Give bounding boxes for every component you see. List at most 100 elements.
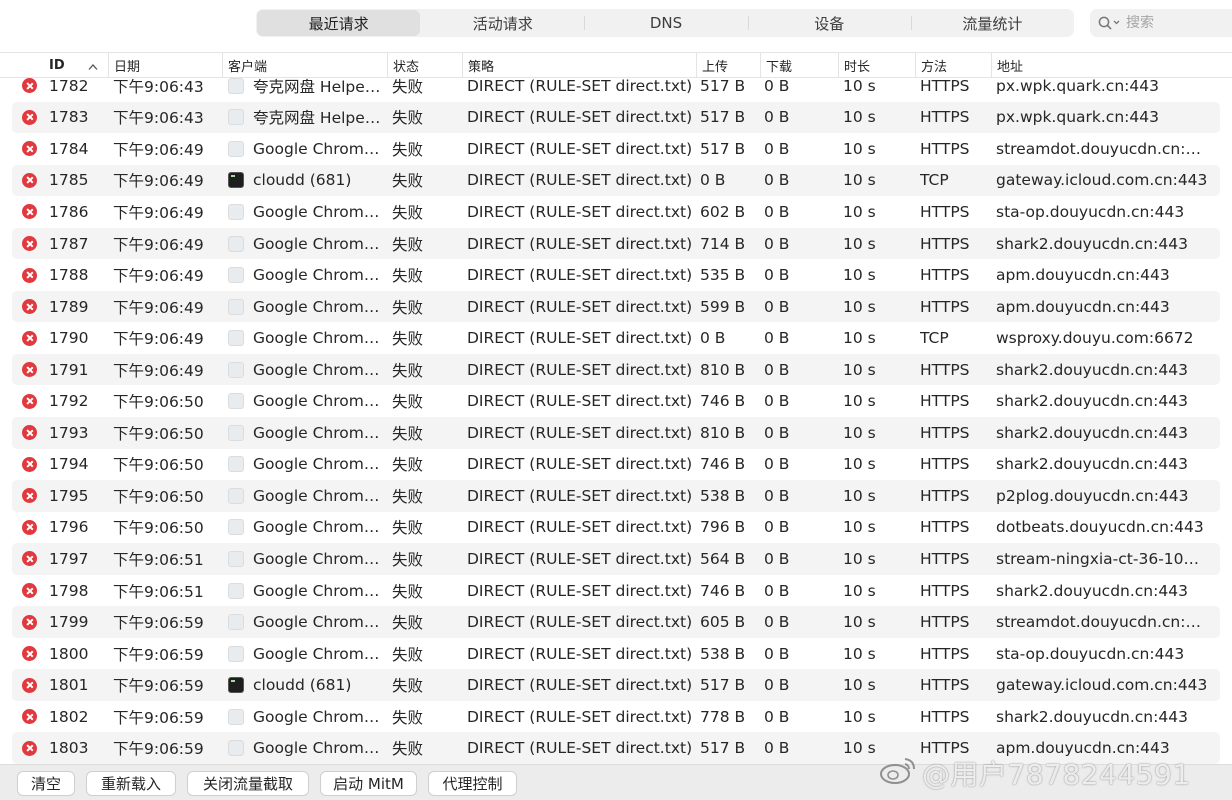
proxy-control-button[interactable]: 代理控制: [428, 771, 517, 796]
cell-policy: DIRECT (RULE-SET direct.txt): [467, 613, 693, 632]
status-error-icon: [22, 512, 40, 544]
cell-address: apm.douyucdn.cn:443: [996, 297, 1170, 316]
table-row[interactable]: 1785 下午9:06:49 cloudd (681) 失败 DIRECT (RULE-…: [12, 164, 1220, 197]
table-row[interactable]: 1797 下午9:06:51 Google Chrome Helper失败 DIREC…: [12, 543, 1220, 575]
cell-id: 1803: [49, 739, 89, 758]
cell-download: 0 B: [764, 739, 790, 758]
cell-upload: 810 B: [700, 360, 746, 379]
start-mitm-button[interactable]: 启动 MitM: [320, 771, 417, 796]
request-table[interactable]: 1782下午9:06:43夸克网盘 Helper (Renderer) (4…失…: [0, 78, 1232, 764]
generic-app-icon: [228, 140, 244, 157]
request-rows: 1782下午9:06:43夸克网盘 Helper (Renderer) (4…失…: [12, 78, 1220, 764]
cell-client: Google Chrome Helper: [228, 606, 388, 638]
cell-status: 失败: [392, 330, 424, 349]
cell-policy: DIRECT (RULE-SET direct.txt): [467, 108, 693, 127]
search-icon: [1098, 16, 1122, 30]
generic-app-icon: [228, 298, 244, 315]
column-header-policy[interactable]: 策略: [462, 53, 696, 77]
column-header-duration[interactable]: 时长: [838, 53, 915, 77]
cell-status: 失败: [392, 487, 424, 506]
cell-address: streamdot.douyucdn.cn:443: [996, 139, 1208, 158]
cell-method: HTTPS: [920, 108, 970, 127]
table-row[interactable]: 1794 下午9:06:50 Google Chrome Helper失败 DIREC…: [12, 449, 1220, 481]
column-header-upload[interactable]: 上传: [696, 53, 760, 77]
table-row[interactable]: 1782 下午9:06:43 夸克网盘 Helper (Renderer) (4…失…: [12, 78, 1220, 102]
column-header-date[interactable]: 日期: [108, 53, 222, 77]
table-row[interactable]: 1793 下午9:06:50 Google Chrome Helper失败 DIREC…: [12, 417, 1220, 449]
cell-date: 下午9:06:59: [113, 708, 204, 727]
column-header-address[interactable]: 地址: [991, 53, 1220, 77]
search-box[interactable]: [1090, 9, 1232, 37]
column-header-method[interactable]: 方法: [915, 53, 991, 77]
table-row[interactable]: 1789 下午9:06:49 Google Chrome Helper失败 DIREC…: [12, 290, 1220, 323]
table-row[interactable]: 1787 下午9:06:49 Google Chrome Helper失败 DIREC…: [12, 227, 1220, 260]
cell-status: 失败: [392, 456, 424, 475]
table-row[interactable]: 1788 下午9:06:49 Google Chrome Helper失败 DIREC…: [12, 259, 1220, 291]
cell-client: Google Chrome Helper: [228, 196, 388, 228]
status-error-icon: [22, 259, 40, 291]
tab-traffic-stats[interactable]: 流量统计: [910, 9, 1074, 37]
tab-active-requests[interactable]: 活动请求: [421, 9, 584, 37]
table-row[interactable]: 1795 下午9:06:50 Google Chrome Helper失败 DIREC…: [12, 480, 1220, 512]
tab-dns[interactable]: DNS: [584, 9, 747, 37]
table-row[interactable]: 1783 下午9:06:43 夸克网盘 Helper (Renderer) (4…失…: [12, 101, 1220, 134]
status-error-icon: [22, 322, 40, 354]
status-error-icon: [22, 638, 40, 670]
column-header-client[interactable]: 客户端: [222, 53, 387, 77]
search-input[interactable]: [1126, 15, 1216, 31]
cell-download: 0 B: [764, 486, 790, 505]
bottom-toolbar: 清空 重新载入 关闭流量截取 启动 MitM 代理控制: [0, 764, 1232, 800]
cell-address: shark2.douyucdn.cn:443: [996, 707, 1188, 726]
clear-button[interactable]: 清空: [17, 771, 75, 796]
cell-duration: 10 s: [843, 707, 876, 726]
table-row[interactable]: 1784 下午9:06:49 Google Chrome Helper失败 DIREC…: [12, 133, 1220, 165]
cell-address: dotbeats.douyucdn.cn:443: [996, 518, 1204, 537]
cell-duration: 10 s: [843, 676, 876, 695]
cell-address: wsproxy.douyu.com:6672: [996, 329, 1194, 348]
cell-policy: DIRECT (RULE-SET direct.txt): [467, 486, 693, 505]
table-row[interactable]: 1800 下午9:06:59 Google Chrome Helper失败 DIREC…: [12, 638, 1220, 670]
cell-date: 下午9:06:49: [113, 172, 204, 191]
table-row[interactable]: 1786 下午9:06:49 Google Chrome Helper失败 DIREC…: [12, 196, 1220, 228]
cell-status: 失败: [392, 361, 424, 380]
column-header-status[interactable]: 状态: [387, 53, 462, 77]
cell-duration: 10 s: [843, 234, 876, 253]
table-row[interactable]: 1790 下午9:06:49 Google Chrome Helper失败 DIREC…: [12, 322, 1220, 354]
cell-client: Google Chrome Helper: [228, 480, 388, 512]
stop-traffic-capture-button[interactable]: 关闭流量截取: [187, 771, 309, 796]
cell-download: 0 B: [764, 423, 790, 442]
tab-devices[interactable]: 设备: [747, 9, 911, 37]
table-row[interactable]: 1791 下午9:06:49 Google Chrome Helper失败 DIREC…: [12, 353, 1220, 386]
column-header-download[interactable]: 下载: [760, 53, 838, 77]
cell-method: HTTPS: [920, 486, 970, 505]
cell-address: sta-op.douyucdn.cn:443: [996, 202, 1185, 221]
cell-policy: DIRECT (RULE-SET direct.txt): [467, 266, 693, 285]
cell-id: 1788: [49, 266, 89, 285]
cell-client: Google Chrome Helper: [228, 133, 388, 165]
table-row[interactable]: 1792 下午9:06:50 Google Chrome Helper失败 DIREC…: [12, 385, 1220, 417]
cell-id: 1802: [49, 707, 89, 726]
table-row[interactable]: 1801 下午9:06:59 cloudd (681) 失败 DIRECT (RULE-…: [12, 669, 1220, 701]
reload-button[interactable]: 重新载入: [86, 771, 176, 796]
cell-id: 1790: [49, 329, 89, 348]
table-row[interactable]: 1798 下午9:06:51 Google Chrome Helper失败 DIREC…: [12, 575, 1220, 607]
cell-upload: 517 B: [700, 78, 746, 95]
table-row[interactable]: 1796 下午9:06:50 Google Chrome Helper失败 DIREC…: [12, 512, 1220, 544]
cell-client: Google Chrome Helper: [228, 322, 388, 354]
cell-method: HTTPS: [920, 707, 970, 726]
cell-client: Google Chrome Helper: [228, 701, 388, 733]
cell-upload: 0 B: [700, 329, 726, 348]
cell-date: 下午9:06:50: [113, 519, 204, 538]
generic-app-icon: [228, 203, 244, 220]
table-row[interactable]: 1802 下午9:06:59 Google Chrome Helper失败 DIREC…: [12, 701, 1220, 733]
cell-method: TCP: [920, 329, 949, 348]
cell-client: Google Chrome Helper: [228, 575, 388, 607]
column-header-id[interactable]: ID: [44, 53, 108, 77]
cell-download: 0 B: [764, 707, 790, 726]
cell-client: Google Chrome Helper: [228, 417, 388, 449]
cell-id: 1797: [49, 549, 89, 568]
tab-recent-requests[interactable]: 最近请求: [257, 10, 421, 36]
table-row[interactable]: 1799 下午9:06:59 Google Chrome Helper失败 DIREC…: [12, 606, 1220, 638]
cell-status: 失败: [392, 645, 424, 664]
table-row[interactable]: 1803 下午9:06:59 Google Chrome Helper失败 DIREC…: [12, 732, 1220, 764]
